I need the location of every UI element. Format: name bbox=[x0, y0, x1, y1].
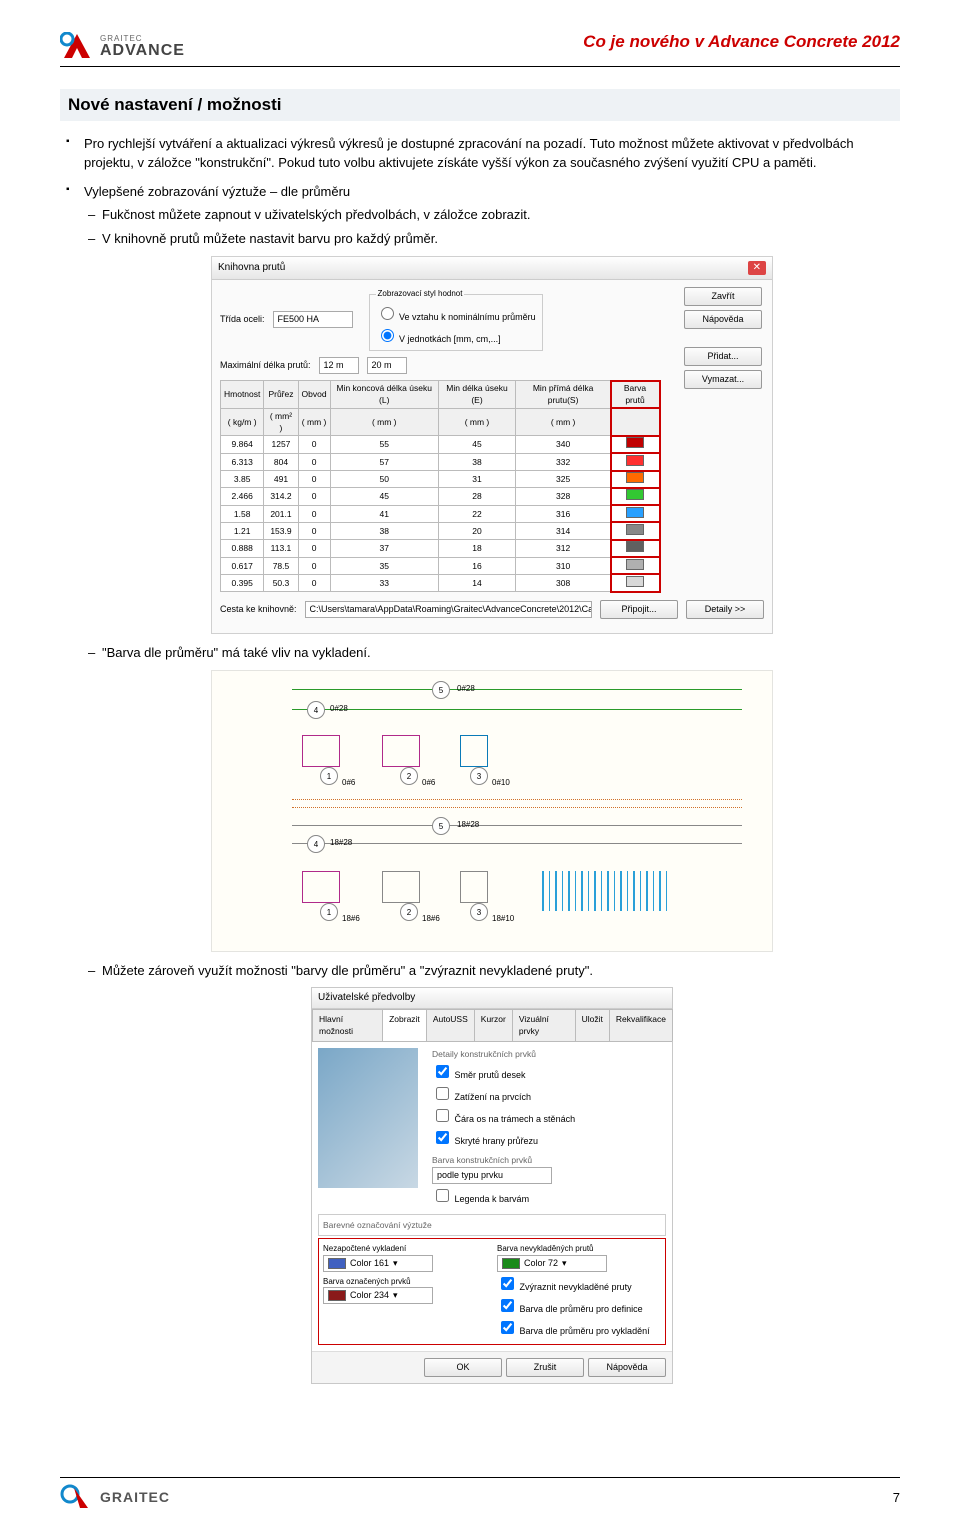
callout-bubble: 3 bbox=[470, 767, 488, 785]
section-heading: Nové nastavení / možnosti bbox=[60, 89, 900, 121]
checkbox[interactable]: Zvýraznit nevykladěné pruty bbox=[497, 1274, 661, 1294]
delete-button[interactable]: Vymazat... bbox=[684, 370, 762, 389]
label: Nezapočtené vykladení bbox=[323, 1243, 487, 1255]
callout-bubble: 5 bbox=[432, 817, 450, 835]
maxlen-label: Maximální délka prutů: bbox=[220, 359, 311, 372]
close-button[interactable]: Zavřít bbox=[684, 287, 762, 306]
tab[interactable]: Uložit bbox=[575, 1009, 610, 1041]
connect-button[interactable]: Připojit... bbox=[600, 600, 678, 619]
tab[interactable]: AutoUSS bbox=[426, 1009, 475, 1041]
details-button[interactable]: Detaily >> bbox=[686, 600, 764, 619]
callout-bubble: 3 bbox=[470, 903, 488, 921]
maxlen-input[interactable]: 12 m bbox=[319, 357, 359, 374]
checkbox[interactable]: Skryté hrany průřezu bbox=[432, 1128, 664, 1148]
brand-logo: GRAITEC ADVANCE bbox=[60, 32, 185, 62]
dialog-title: Knihovna prutů bbox=[218, 261, 285, 276]
dialog-title: Uživatelské předvolby bbox=[312, 988, 672, 1010]
color-select[interactable]: Color 72 ▾ bbox=[497, 1255, 607, 1272]
group-label: Detaily konstrukčních prvků bbox=[432, 1048, 664, 1060]
checkbox[interactable]: Barva dle průměru pro definice bbox=[497, 1296, 661, 1316]
group-label: Barva konstrukčních prvků bbox=[432, 1154, 664, 1166]
dialog-user-prefs: Uživatelské předvolby Hlavní možnostiZob… bbox=[311, 987, 673, 1384]
callout-bubble: 1 bbox=[320, 767, 338, 785]
header-divider bbox=[60, 66, 900, 67]
body-text: Můžete zároveň využít možnosti "barvy dl… bbox=[102, 962, 900, 980]
callout-bubble: 4 bbox=[307, 701, 325, 719]
footer-divider bbox=[60, 1477, 900, 1478]
tab[interactable]: Zobrazit bbox=[382, 1009, 427, 1041]
help-button[interactable]: Nápověda bbox=[588, 1358, 666, 1377]
footer-logo: GRAITEC bbox=[60, 1482, 170, 1512]
dialog-bar-library: Knihovna prutů ✕ Zavřít Nápověda Přidat.… bbox=[211, 256, 773, 634]
brand-name: ADVANCE bbox=[100, 43, 185, 59]
callout-bubble: 2 bbox=[400, 903, 418, 921]
cancel-button[interactable]: Zrušit bbox=[506, 1358, 584, 1377]
logo-mark bbox=[60, 32, 94, 62]
tab[interactable]: Vizuální prvky bbox=[512, 1009, 576, 1041]
help-button[interactable]: Nápověda bbox=[684, 310, 762, 329]
path-input[interactable]: C:\Users\tamara\AppData\Roaming\Graitec\… bbox=[305, 601, 592, 618]
steel-select[interactable]: FE500 HA bbox=[273, 311, 353, 328]
callout-bubble: 1 bbox=[320, 903, 338, 921]
maxlen-input[interactable]: 20 m bbox=[367, 357, 407, 374]
tab-bar[interactable]: Hlavní možnostiZobrazitAutoUSSKurzorVizu… bbox=[312, 1009, 672, 1042]
body-text: Fukčnost můžete zapnout v uživatelských … bbox=[102, 206, 900, 224]
body-text: "Barva dle průměru" má také vliv na vykl… bbox=[102, 644, 900, 662]
tab[interactable]: Rekvalifikace bbox=[609, 1009, 673, 1041]
body-text: Pro rychlejší vytváření a aktualizaci vý… bbox=[84, 135, 900, 173]
radio-group-label: Zobrazovací styl hodnot bbox=[376, 288, 465, 300]
body-text: Vylepšené zobrazování výztuže – dle prům… bbox=[84, 184, 350, 199]
checkbox[interactable]: Čára os na trámech a stěnách bbox=[432, 1106, 664, 1126]
checkbox[interactable]: Legenda k barvám bbox=[432, 1186, 664, 1206]
callout-bubble: 2 bbox=[400, 767, 418, 785]
color-select[interactable]: Color 234 ▾ bbox=[323, 1287, 433, 1304]
color-mode-select[interactable]: podle typu prvku bbox=[432, 1167, 552, 1184]
ok-button[interactable]: OK bbox=[424, 1358, 502, 1377]
label: Barva nevykladěných prutů bbox=[497, 1243, 661, 1255]
body-text: V knihovně prutů můžete nastavit barvu p… bbox=[102, 230, 900, 248]
checkbox[interactable]: Směr prutů desek bbox=[432, 1062, 664, 1082]
preview-image bbox=[318, 1048, 418, 1188]
bar-table[interactable]: HmotnostPrůřezObvodMin koncová délka úse… bbox=[220, 380, 660, 592]
tab[interactable]: Hlavní možnosti bbox=[312, 1009, 383, 1041]
close-icon[interactable]: ✕ bbox=[748, 261, 766, 276]
page-number: 7 bbox=[893, 1490, 900, 1505]
page-title: Co je nového v Advance Concrete 2012 bbox=[583, 32, 900, 52]
callout-bubble: 4 bbox=[307, 835, 325, 853]
checkbox[interactable]: Barva dle průměru pro vykladění bbox=[497, 1318, 661, 1338]
color-select[interactable]: Color 161 ▾ bbox=[323, 1255, 433, 1272]
steel-label: Třída oceli: bbox=[220, 313, 265, 326]
radio-units[interactable]: V jednotkách [mm, cm,...] bbox=[376, 326, 536, 346]
label: Barva označených prvků bbox=[323, 1276, 487, 1288]
tab[interactable]: Kurzor bbox=[474, 1009, 513, 1041]
drawing-preview: 5 0#28 4 0#28 1 0#6 2 0#6 3 0#10 5 18#28 bbox=[211, 670, 773, 952]
path-label: Cesta ke knihovně: bbox=[220, 603, 297, 616]
callout-bubble: 5 bbox=[432, 681, 450, 699]
radio-nominal[interactable]: Ve vztahu k nominálnímu průměru bbox=[376, 304, 536, 324]
add-button[interactable]: Přidat... bbox=[684, 347, 762, 366]
checkbox[interactable]: Zatížení na prvcích bbox=[432, 1084, 664, 1104]
group-label: Barevné označování výztuže bbox=[318, 1214, 666, 1236]
